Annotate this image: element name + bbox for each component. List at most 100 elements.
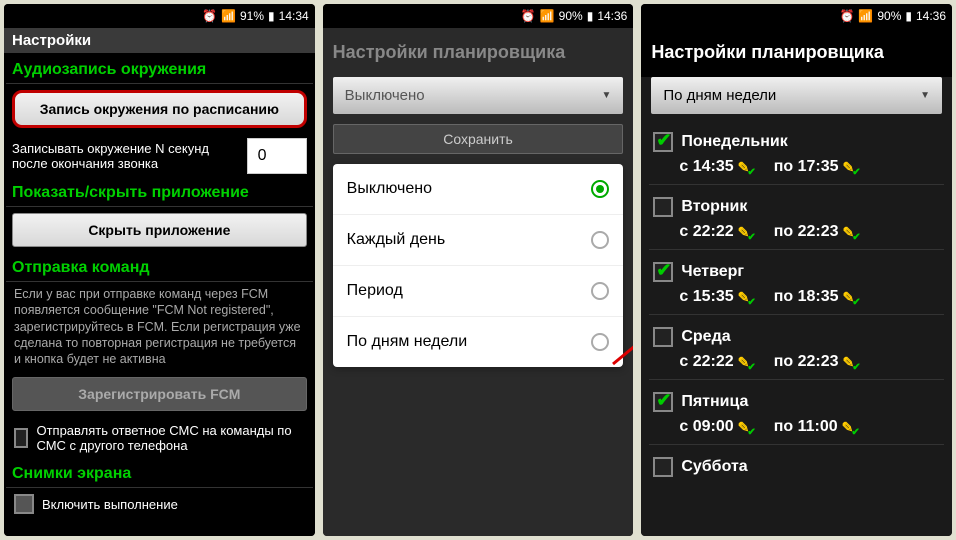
- day-checkbox[interactable]: [653, 262, 673, 282]
- time-row: с 22:22 ✎ по 22:23 ✎: [649, 221, 944, 250]
- time-to[interactable]: по 17:35 ✎: [774, 158, 863, 176]
- battery-icon: ▮: [587, 9, 594, 23]
- radio-icon: [591, 333, 609, 351]
- seconds-after-call-label: Записывать окружение N секунд после окон…: [12, 141, 241, 171]
- edit-icon: ✎: [843, 354, 863, 371]
- sms-reply-checkbox[interactable]: [14, 428, 28, 448]
- enable-exec-checkbox[interactable]: [14, 494, 34, 514]
- day-block: Четверг с 15:35 ✎ по 18:35 ✎: [641, 254, 952, 319]
- option-weekdays[interactable]: По дням недели: [333, 317, 624, 367]
- mode-dropdown[interactable]: Выключено ▼: [333, 77, 624, 114]
- day-label: Вторник: [681, 198, 747, 216]
- day-toggle-row[interactable]: Пятница: [649, 388, 944, 416]
- edit-icon: ✎: [842, 419, 862, 436]
- seconds-after-call-row: Записывать окружение N секунд после окон…: [6, 134, 313, 178]
- sms-reply-label: Отправлять ответное СМС на команды по СМ…: [36, 423, 304, 453]
- option-label: Каждый день: [347, 231, 446, 249]
- clock: 14:36: [597, 9, 627, 23]
- section-audio: Аудиозапись окружения: [6, 55, 313, 84]
- battery-percent: 90%: [877, 9, 901, 23]
- edit-icon: ✎: [843, 289, 863, 306]
- page-title: Настройки: [4, 28, 315, 53]
- radio-icon: [591, 180, 609, 198]
- statusbar: ⏰ 📶 90% ▮ 14:36: [323, 4, 634, 28]
- edit-icon: ✎: [738, 224, 758, 241]
- option-off[interactable]: Выключено: [333, 164, 624, 215]
- day-checkbox[interactable]: [653, 327, 673, 347]
- day-toggle-row[interactable]: Понедельник: [649, 128, 944, 156]
- option-label: Выключено: [347, 180, 432, 198]
- phone-settings: ⏰ 📶 91% ▮ 14:34 Настройки Аудиозапись ок…: [4, 4, 315, 536]
- hide-app-button[interactable]: Скрыть приложение: [12, 213, 307, 247]
- time-from[interactable]: с 09:00 ✎: [679, 418, 757, 436]
- schedule-recording-button[interactable]: Запись окружения по расписанию: [12, 90, 307, 128]
- alarm-icon: ⏰: [202, 9, 217, 23]
- signal-icon: 📶: [858, 9, 873, 23]
- enable-exec-row[interactable]: Включить выполнение: [6, 488, 313, 520]
- day-block: Суббота: [641, 449, 952, 485]
- dropdown-value: Выключено: [345, 87, 425, 104]
- alarm-icon: ⏰: [521, 9, 536, 23]
- day-label: Среда: [681, 328, 730, 346]
- enable-exec-label: Включить выполнение: [42, 497, 178, 512]
- day-toggle-row[interactable]: Суббота: [649, 453, 944, 481]
- statusbar: ⏰ 📶 91% ▮ 14:34: [4, 4, 315, 28]
- time-from[interactable]: с 22:22 ✎: [679, 223, 757, 241]
- mode-dropdown[interactable]: По дням недели ▼: [651, 77, 942, 114]
- statusbar: ⏰ 📶 90% ▮ 14:36: [641, 4, 952, 28]
- day-block: Понедельник с 14:35 ✎ по 17:35 ✎: [641, 124, 952, 189]
- chevron-down-icon: ▼: [601, 90, 611, 101]
- battery-percent: 90%: [559, 9, 583, 23]
- battery-percent: 91%: [240, 9, 264, 23]
- day-block: Среда с 22:22 ✎ по 22:23 ✎: [641, 319, 952, 384]
- sms-reply-row[interactable]: Отправлять ответное СМС на команды по СМ…: [6, 417, 313, 459]
- seconds-after-call-input[interactable]: 0: [247, 138, 307, 174]
- day-toggle-row[interactable]: Среда: [649, 323, 944, 351]
- clock: 14:34: [279, 9, 309, 23]
- option-label: По дням недели: [347, 333, 467, 351]
- option-label: Период: [347, 282, 403, 300]
- dropdown-value: По дням недели: [663, 87, 776, 104]
- edit-icon: ✎: [843, 159, 863, 176]
- phone-scheduler-days: ⏰ 📶 90% ▮ 14:36 Настройки планировщика П…: [641, 4, 952, 536]
- day-label: Пятница: [681, 393, 748, 411]
- phone-scheduler-modal: ⏰ 📶 90% ▮ 14:36 Настройки планировщика В…: [323, 4, 634, 536]
- fcm-description: Если у вас при отправке команд через FCM…: [6, 282, 313, 371]
- signal-icon: 📶: [221, 9, 236, 23]
- day-block: Пятница с 09:00 ✎ по 11:00 ✎: [641, 384, 952, 449]
- time-to[interactable]: по 22:23 ✎: [774, 223, 863, 241]
- save-button[interactable]: Сохранить: [333, 124, 624, 154]
- days-list: Понедельник с 14:35 ✎ по 17:35 ✎ Вторник с 2…: [641, 124, 952, 485]
- section-screenshots: Снимки экрана: [6, 459, 313, 488]
- time-from[interactable]: с 14:35 ✎: [679, 158, 757, 176]
- time-to[interactable]: по 11:00 ✎: [774, 418, 862, 436]
- radio-icon: [591, 231, 609, 249]
- scheduler-content: Настройки планировщика По дням недели ▼ …: [641, 28, 952, 536]
- time-to[interactable]: по 22:23 ✎: [774, 353, 863, 371]
- section-hide: Показать/скрыть приложение: [6, 178, 313, 207]
- option-period[interactable]: Период: [333, 266, 624, 317]
- day-toggle-row[interactable]: Четверг: [649, 258, 944, 286]
- time-row: с 09:00 ✎ по 11:00 ✎: [649, 416, 944, 445]
- day-checkbox[interactable]: [653, 197, 673, 217]
- time-from[interactable]: с 15:35 ✎: [679, 288, 757, 306]
- radio-icon: [591, 282, 609, 300]
- alarm-icon: ⏰: [839, 9, 854, 23]
- day-toggle-row[interactable]: Вторник: [649, 193, 944, 221]
- day-checkbox[interactable]: [653, 457, 673, 477]
- battery-icon: ▮: [905, 9, 912, 23]
- clock: 14:36: [916, 9, 946, 23]
- edit-icon: ✎: [843, 224, 863, 241]
- edit-icon: ✎: [738, 354, 758, 371]
- register-fcm-button[interactable]: Зарегистрировать FCM: [12, 377, 307, 411]
- battery-icon: ▮: [268, 9, 275, 23]
- day-checkbox[interactable]: [653, 132, 673, 152]
- scheduler-title: Настройки планировщика: [323, 28, 634, 77]
- time-to[interactable]: по 18:35 ✎: [774, 288, 863, 306]
- time-from[interactable]: с 22:22 ✎: [679, 353, 757, 371]
- day-block: Вторник с 22:22 ✎ по 22:23 ✎: [641, 189, 952, 254]
- day-label: Четверг: [681, 263, 744, 281]
- option-everyday[interactable]: Каждый день: [333, 215, 624, 266]
- edit-icon: ✎: [738, 419, 758, 436]
- day-checkbox[interactable]: [653, 392, 673, 412]
